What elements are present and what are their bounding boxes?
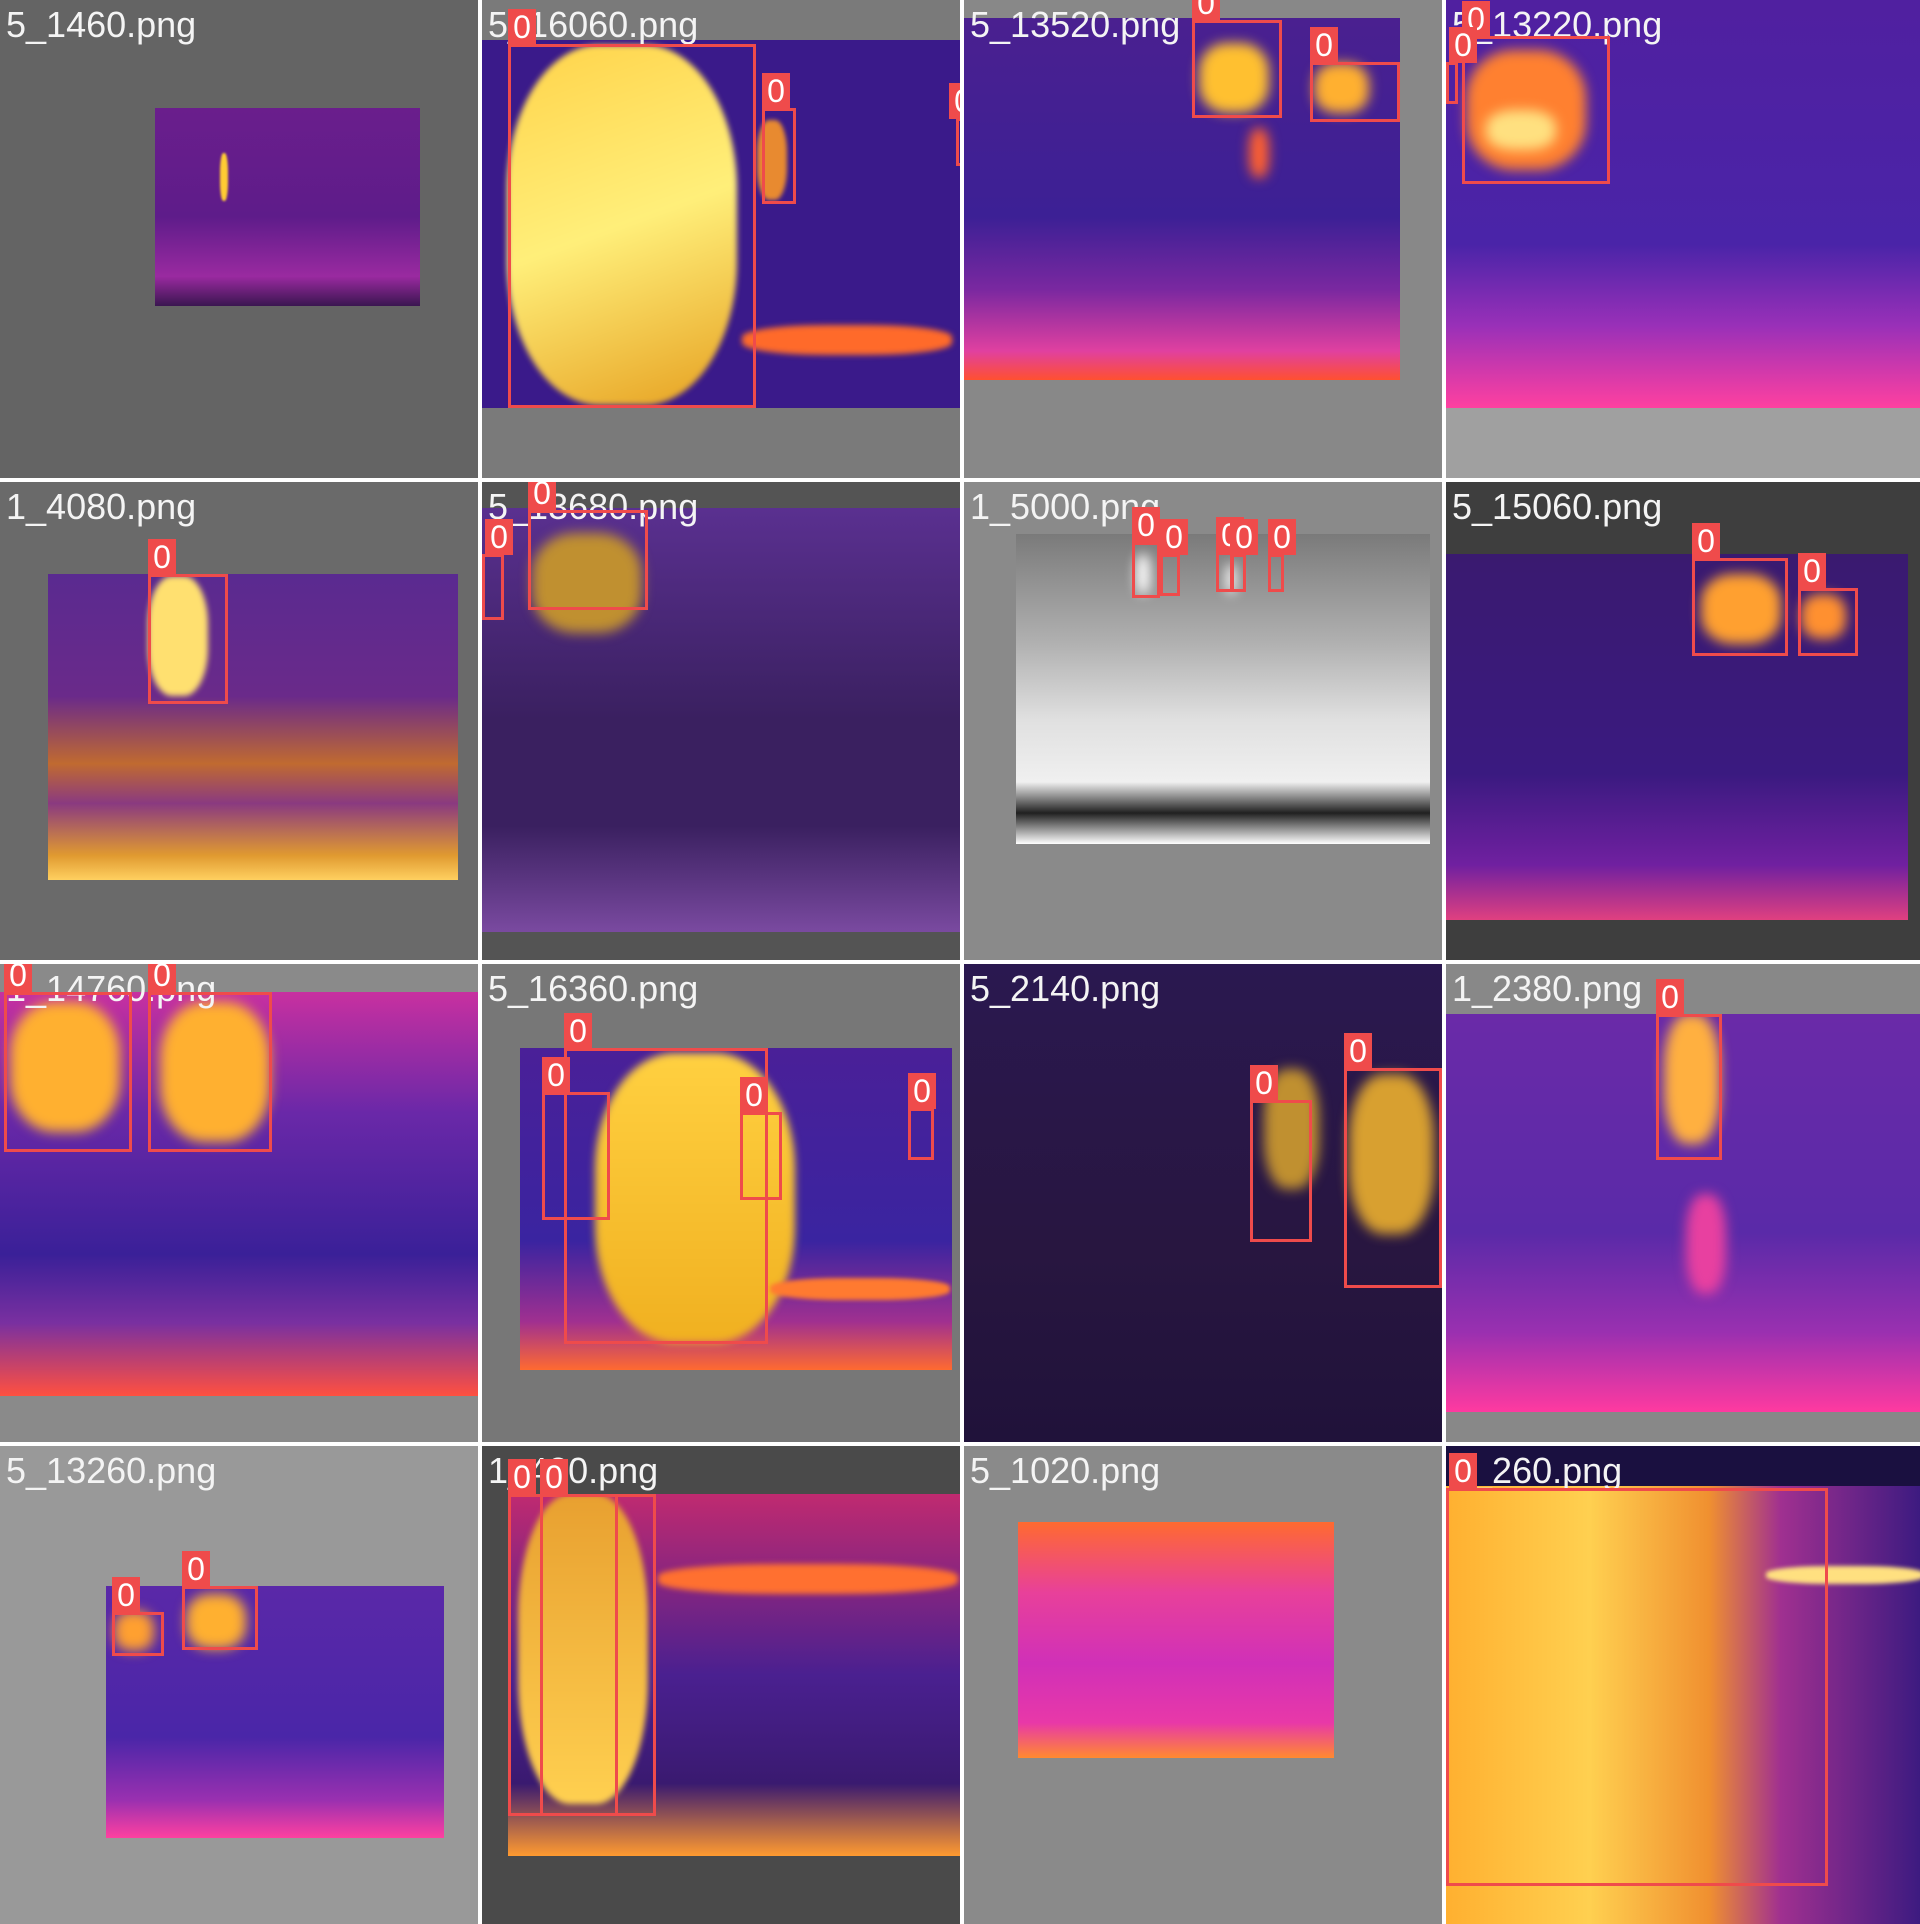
detection-box: 0 [1446,27,1477,104]
class-label: 0 [1449,27,1477,63]
detection-box: 0 [762,73,796,204]
tile-16: 0 5_260.png [1446,1446,1920,1924]
detection-box: 0 [949,83,960,166]
detection-box: 0 [540,1459,656,1816]
detection-box: 0 [740,1077,782,1200]
detection-box: 0 [1656,979,1722,1160]
class-label: 0 [1692,523,1720,559]
class-label: 0 [1132,507,1160,543]
thermal-image [48,574,458,880]
class-label: 0 [762,73,790,109]
class-label: 0 [112,1577,140,1613]
tile-5: 0 1_4080.png [0,482,478,960]
class-label: 0 [182,1551,210,1587]
detection-box: 0 [508,9,756,408]
tile-8: 0 0 5_15060.png [1446,482,1920,960]
detection-box: 0 [1132,507,1160,598]
class-label: 0 [148,964,176,993]
tile-filename: 5_16360.png [488,968,699,1009]
tile-filename: 5_15060.png [1452,486,1663,527]
class-label: 0 [508,9,536,45]
class-label: 0 [949,83,960,119]
class-label: 0 [485,519,513,555]
class-label: 0 [542,1057,570,1093]
detection-box: 0 [148,539,228,704]
detection-box: 0 [528,482,648,610]
detection-box: 0 [1344,1033,1442,1288]
tile-7: 0 0 0 0 0 1_5000.png [964,482,1442,960]
tile-filename: 5_1020.png [970,1450,1161,1491]
mosaic-grid: 5_1460.png 0 0 0 5_16060.png 0 0 5_13520… [0,0,1920,1924]
tile-9: 0 0 1_14760.png [0,964,478,1442]
detection-box: 0 [1462,1,1610,184]
class-label: 0 [1250,1065,1278,1101]
detection-box: 0 [1250,1065,1312,1242]
detection-box: 0 [1692,523,1788,656]
tile-10: 0 0 0 0 5_16360.png [482,964,960,1442]
tile-1: 5_1460.png [0,0,478,478]
detection-box: 0 [482,519,513,620]
tile-3: 0 0 5_13520.png [964,0,1442,478]
class-label: 0 [1344,1033,1372,1069]
class-label: 0 [4,964,32,993]
class-label: 0 [740,1077,768,1113]
class-label: 0 [1798,553,1826,589]
tile-filename: 1_4080.png [6,486,197,527]
tile-filename: 5_2140.png [970,968,1161,1009]
class-label: 0 [1160,519,1188,555]
detection-box: 0 [112,1577,164,1656]
tile-12: 0 1_2380.png [1446,964,1920,1442]
class-label: 0 [508,1459,536,1495]
tile-6: 0 0 5_13680.png [482,482,960,960]
class-label: 0 [1268,519,1296,555]
detection-box: 0 [542,1057,610,1220]
class-label: 0 [1310,27,1338,63]
tile-14: 0 0 1_480.png [482,1446,960,1924]
tile-filename: 5_13520.png [970,4,1181,45]
tile-15: 5_1020.png [964,1446,1442,1924]
tile-filename: 5_1460.png [6,4,197,45]
thermal-image [155,108,420,306]
class-label: 0 [528,482,556,511]
detection-box: 0 [182,1551,258,1650]
class-label: 0 [540,1459,568,1495]
detection-box: 0 [1268,519,1296,592]
class-label: 0 [1192,0,1220,21]
detection-box: 0 [4,964,132,1152]
tile-filename: 1_2380.png [1452,968,1643,1009]
detection-box: 0 [148,964,272,1152]
class-label: 0 [908,1073,936,1109]
tile-13: 0 0 5_13260.png [0,1446,478,1924]
class-label: 0 [564,1013,592,1049]
tile-4: 0 0 5_13220.png [1446,0,1920,478]
detection-box: 0 [1230,519,1258,592]
tile-filename: 5_260.png [1452,1450,1623,1491]
thermal-image [1018,1522,1334,1758]
class-label: 0 [148,539,176,575]
class-label: 0 [1449,1453,1477,1489]
detection-box: 0 [908,1073,936,1160]
tile-filename: 5_13260.png [6,1450,217,1491]
class-label: 0 [1230,519,1258,555]
detection-box: 0 [1160,519,1188,596]
detection-box: 0 [1310,27,1400,122]
detection-box: 0 [1192,0,1282,118]
detection-box: 0 [1798,553,1858,656]
detection-box: 0 [1446,1453,1828,1886]
class-label: 0 [1656,979,1684,1015]
tile-11: 0 0 5_2140.png [964,964,1442,1442]
tile-2: 0 0 0 5_16060.png [482,0,960,478]
